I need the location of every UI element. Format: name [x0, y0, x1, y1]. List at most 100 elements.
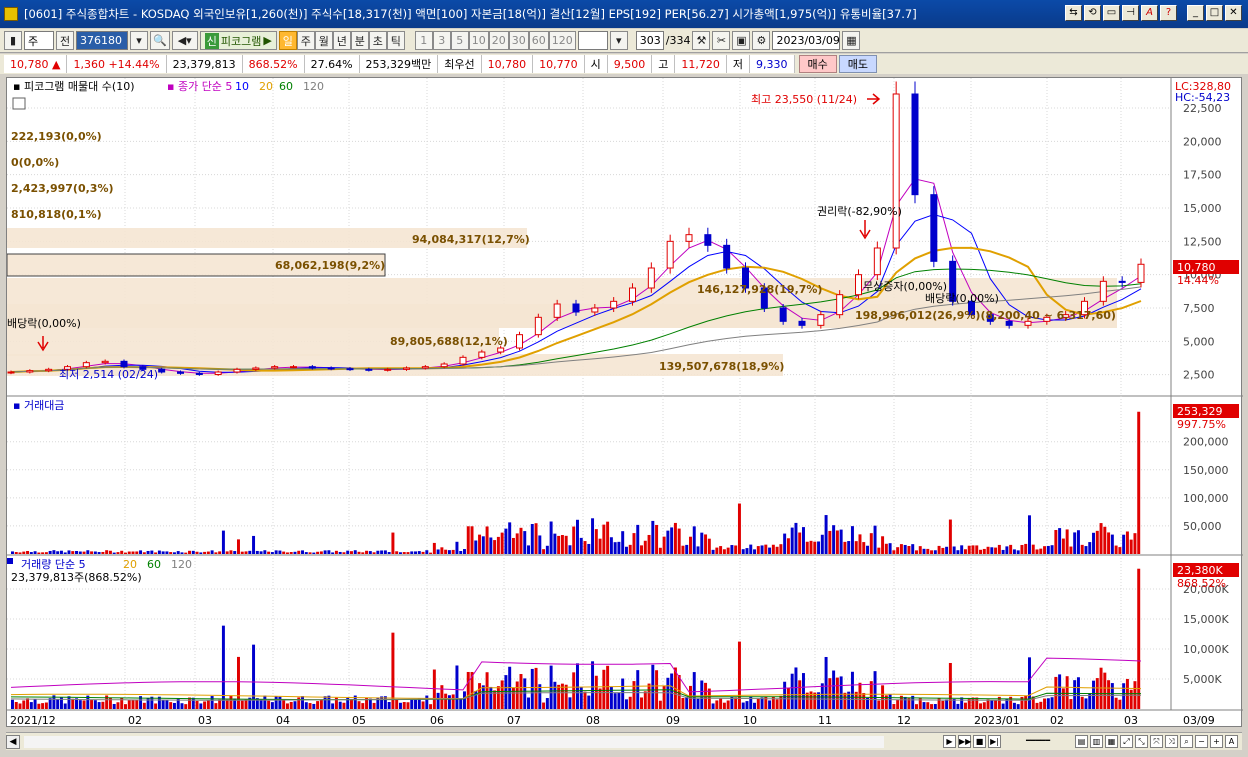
gear-icon[interactable]: ⚙: [752, 31, 771, 50]
interval-button-3[interactable]: 3: [432, 31, 451, 50]
amount-bar: [990, 547, 994, 554]
date-input[interactable]: 2023/03/09: [772, 31, 841, 50]
close-button[interactable]: ✕: [1225, 5, 1242, 21]
split-icon[interactable]: ▥: [1090, 735, 1103, 748]
search-icon[interactable]: 🔍: [150, 31, 170, 50]
magnify-icon[interactable]: ⌕: [1180, 735, 1193, 748]
calendar-icon[interactable]: ▦: [842, 31, 861, 50]
shrink-icon[interactable]: ⤡: [1135, 735, 1148, 748]
rights-annotation: 권리락(-82,90%): [817, 205, 902, 218]
volume-bar: [511, 687, 515, 709]
chart-svg[interactable]: 2021/12 02 03 04 05 06 07 08 09 10 11 12 2023/01 02 03…: [6, 78, 1243, 728]
interval-button-5[interactable]: 5: [450, 31, 469, 50]
dropdown-icon[interactable]: ▾: [130, 31, 148, 50]
save-icon[interactable]: ▣: [732, 31, 751, 50]
fibogram-button[interactable]: 신 피코그램 ▶: [199, 31, 277, 50]
window-controls: ⇆ ⟲ ▭ ⊣ A ? _ □ ✕: [1065, 5, 1242, 21]
amount-bar: [489, 537, 493, 554]
chart-area[interactable]: 2021/12 02 03 04 05 06 07 08 09 10 11 12 2023/01 02 03…: [6, 77, 1243, 728]
expand-icon[interactable]: ⤢: [1120, 735, 1133, 748]
volume-bar: [120, 697, 124, 709]
amount-bar: [255, 550, 259, 554]
volume-bar: [1080, 696, 1084, 709]
amount-bar: [459, 550, 463, 554]
volume-bar: [444, 693, 448, 709]
minimize-button[interactable]: _: [1187, 5, 1204, 21]
code-input[interactable]: 376180: [76, 31, 128, 50]
volume-bar: [172, 702, 176, 709]
help-icon[interactable]: ?: [1160, 5, 1177, 21]
candle-body: [1118, 280, 1126, 283]
zoom-in-icon[interactable]: ⤧: [1150, 735, 1163, 748]
period-button-6[interactable]: 틱: [386, 31, 405, 50]
minus-icon[interactable]: −: [1195, 735, 1208, 748]
scroll-left-icon[interactable]: ◀: [6, 734, 20, 749]
period-button-3[interactable]: 년: [332, 31, 351, 50]
prev-button[interactable]: 전: [56, 31, 74, 50]
stop-icon[interactable]: ■: [973, 735, 986, 748]
interval-input[interactable]: [577, 31, 608, 50]
grid-icon[interactable]: ▦: [1105, 735, 1118, 748]
sell-button[interactable]: 매도: [838, 55, 878, 73]
volume-bar: [154, 703, 158, 709]
pin-icon[interactable]: ⊣: [1122, 5, 1139, 21]
amount-bar: [681, 545, 685, 554]
period-button-1[interactable]: 주: [296, 31, 315, 50]
amount-bar: [715, 547, 719, 554]
zoom-out-icon[interactable]: ⤨: [1165, 735, 1178, 748]
amount-bar: [1016, 550, 1020, 554]
lock-icon[interactable]: ▭: [1103, 5, 1120, 21]
interval-button-60[interactable]: 60: [528, 31, 549, 50]
amount-bar: [809, 540, 813, 554]
zoom-slider[interactable]: ━━━━━: [1003, 735, 1073, 748]
scissors-icon[interactable]: ✂: [712, 31, 731, 50]
interval-button-1[interactable]: 1: [414, 31, 433, 50]
play-icon[interactable]: ▶: [943, 735, 956, 748]
interval-button-10[interactable]: 10: [468, 31, 489, 50]
fast-forward-icon[interactable]: ▶▶: [958, 735, 971, 748]
amount-bar: [689, 536, 692, 554]
sync-icon[interactable]: ⟲: [1084, 5, 1101, 21]
link-icon[interactable]: ⇆: [1065, 5, 1082, 21]
amount-bar: [802, 527, 805, 554]
price-y-tick: 5,000: [1183, 335, 1215, 348]
maximize-button[interactable]: □: [1206, 5, 1223, 21]
volume-bar: [922, 702, 926, 709]
period-button-4[interactable]: 분: [350, 31, 369, 50]
volume-bar: [214, 703, 218, 709]
amount-bar: [847, 541, 851, 554]
dropdown-icon[interactable]: ▾: [609, 31, 628, 50]
chart-controls: ▶ ▶▶ ■ ▶| ━━━━━ ▤ ▥ ▦ ⤢ ⤡ ⤧ ⤨ ⌕ − + A: [943, 735, 1238, 748]
amount-bar: [432, 542, 436, 554]
plus-icon[interactable]: +: [1210, 735, 1223, 748]
tool-icon[interactable]: ⚒: [692, 31, 711, 50]
interval-button-20[interactable]: 20: [488, 31, 509, 50]
amount-bar: [722, 549, 726, 554]
period-button-2[interactable]: 월: [314, 31, 333, 50]
scroll-track[interactable]: [24, 735, 884, 748]
horizontal-scrollbar[interactable]: ◀ ▶ ▶▶ ■ ▶| ━━━━━ ▤ ▥ ▦ ⤢ ⤡ ⤧ ⤨ ⌕ − + A: [6, 732, 1242, 750]
low-annotation: 최저 2,514 (02/24): [59, 368, 158, 381]
volume-bar: [1129, 689, 1133, 709]
count-input[interactable]: 303: [635, 31, 664, 50]
amount-bar: [794, 522, 798, 554]
period-button-5[interactable]: 초: [368, 31, 387, 50]
candle-body: [610, 300, 618, 309]
speaker-icon[interactable]: ◀▾: [171, 31, 198, 50]
volume-bar: [542, 702, 546, 709]
menu-icon[interactable]: ▮: [4, 31, 22, 50]
volume-bar: [1073, 680, 1077, 709]
font-icon[interactable]: A: [1141, 5, 1158, 21]
volume-bar: [1028, 657, 1031, 709]
period-button-0[interactable]: 일: [278, 31, 297, 50]
interval-button-30[interactable]: 30: [508, 31, 529, 50]
volume-bar: [195, 700, 199, 709]
text-icon[interactable]: A: [1225, 735, 1238, 748]
layout-icon[interactable]: ▤: [1075, 735, 1088, 748]
volume-bar: [677, 675, 681, 709]
volume-bar: [636, 670, 640, 709]
step-icon[interactable]: ▶|: [988, 735, 1001, 748]
interval-button-120[interactable]: 120: [548, 31, 576, 50]
type-select[interactable]: 주: [24, 31, 54, 50]
buy-button[interactable]: 매수: [798, 55, 837, 73]
